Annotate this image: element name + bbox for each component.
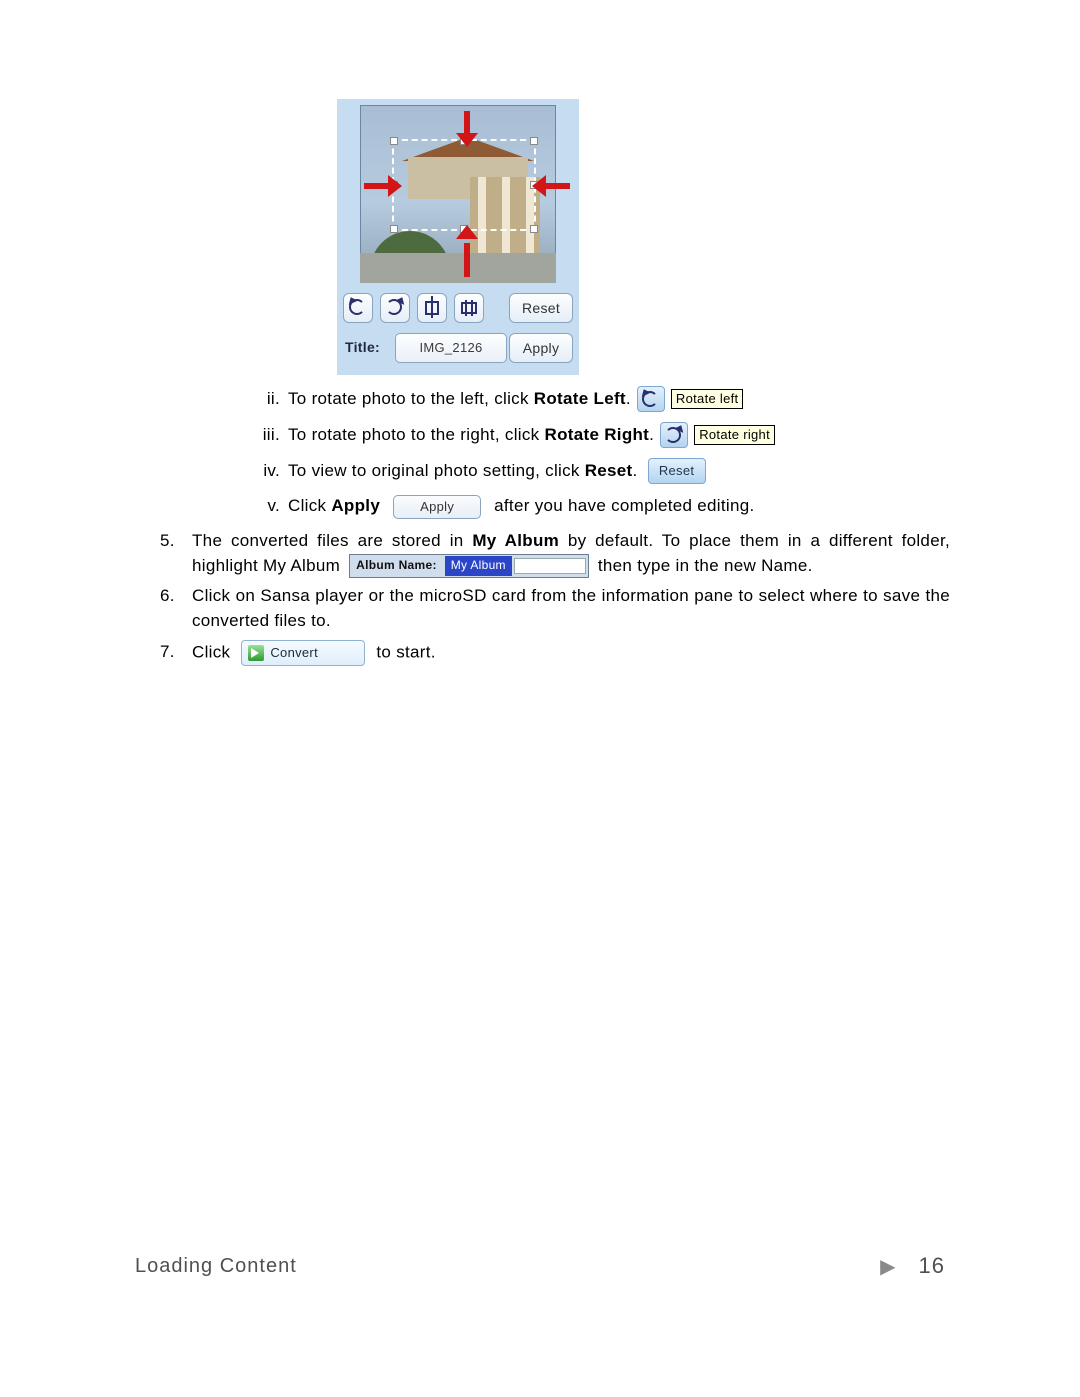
inline-rotate-right-button[interactable] [660,422,688,448]
tooltip-rotate-right: Rotate right [694,425,775,445]
crop-handle-bottom-mid[interactable] [460,225,468,233]
page-indicator-icon: ▶ [880,1254,896,1279]
step-iv: iv. To view to original photo setting, c… [160,458,950,484]
step-v-text: Click Apply Apply after you have complet… [288,494,755,519]
step-5-num: 5. [160,529,175,554]
crop-handle-mid-left[interactable] [390,181,398,189]
step-ii-text: To rotate photo to the left, click Rotat… [288,387,631,412]
step-iv-text: To view to original photo setting, click… [288,459,638,484]
tooltip-rotate-left: Rotate left [671,389,744,409]
step-6-text: Click on Sansa player or the microSD car… [192,586,950,630]
album-name-field[interactable] [514,558,586,574]
rotate-right-button[interactable] [380,293,410,323]
step-iii: iii. To rotate photo to the right, click… [160,422,950,448]
crop-button[interactable] [417,293,447,323]
step-7-num: 7. [160,640,175,665]
step-6-num: 6. [160,584,175,609]
title-label: Title: [345,339,380,355]
convert-icon [248,645,264,661]
step-ii-num: ii. [160,387,280,412]
album-name-label: Album Name: [352,557,441,575]
page-number: 16 [919,1253,945,1279]
step-ii: ii. To rotate photo to the left, click R… [160,386,950,412]
inline-apply-button[interactable]: Apply [393,495,481,519]
step-iii-text: To rotate photo to the right, click Rota… [288,423,654,448]
photo-editor-panel: Reset Title: IMG_2126 Apply [337,99,579,375]
crop-selection[interactable] [392,139,536,231]
convert-label: Convert [270,644,318,663]
crop-handle-bottom-right[interactable] [530,225,538,233]
crop-handle-top-mid[interactable] [460,137,468,145]
crop-handle-top-left[interactable] [390,137,398,145]
footer-section: Loading Content [135,1255,297,1278]
photo-preview [360,105,556,283]
crop-handle-bottom-left[interactable] [390,225,398,233]
step-7: 7. Click Convert to start. [160,640,950,666]
inline-reset-button[interactable]: Reset [648,458,706,484]
crop-handle-top-right[interactable] [530,137,538,145]
album-name-widget[interactable]: Album Name: My Album [349,554,589,578]
rotate-left-icon [638,387,664,411]
step-iii-num: iii. [160,423,280,448]
step-iv-num: iv. [160,459,280,484]
convert-button[interactable]: Convert [241,640,365,666]
apply-button[interactable]: Apply [509,333,573,363]
fit-screen-button[interactable] [454,293,484,323]
page-footer: Loading Content ▶ 16 [135,1253,945,1279]
step-6: 6. Click on Sansa player or the microSD … [160,584,950,634]
step-v: v. Click Apply Apply after you have comp… [160,494,950,519]
instruction-body: ii. To rotate photo to the left, click R… [160,386,950,666]
step-5: 5. The converted files are stored in My … [160,529,950,579]
inline-rotate-left-button[interactable] [637,386,665,412]
rotate-left-button[interactable] [343,293,373,323]
step-v-num: v. [160,494,280,519]
title-input[interactable]: IMG_2126 [395,333,507,363]
rotate-right-icon [661,423,687,447]
crop-handle-mid-right[interactable] [530,181,538,189]
reset-button[interactable]: Reset [509,293,573,323]
album-name-value[interactable]: My Album [445,556,512,576]
